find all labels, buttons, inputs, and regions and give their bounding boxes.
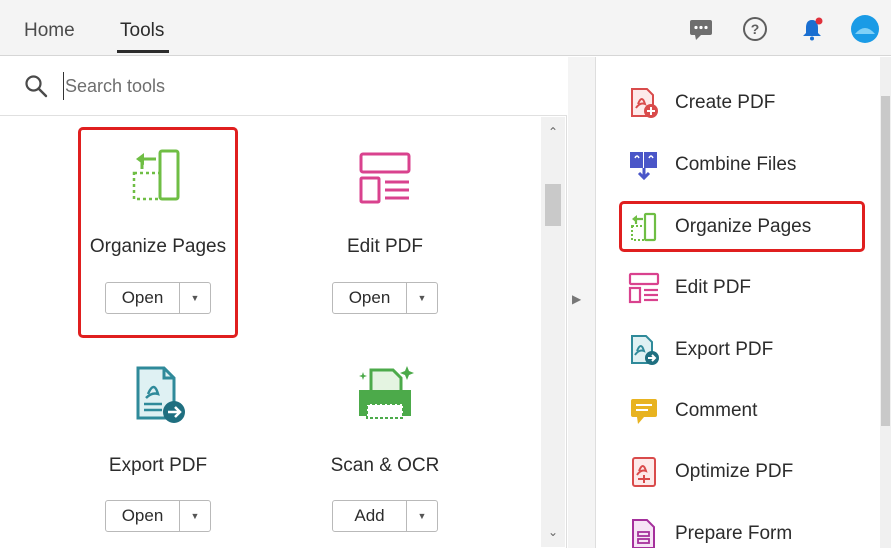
- sidebar-item-label: Edit PDF: [675, 277, 752, 298]
- sidebar-item-create-pdf[interactable]: Create PDF: [627, 85, 775, 121]
- tools-panel: ⌃ ⌄ Organize Pages Open ▼ Edit PDF Open …: [0, 57, 567, 548]
- tools-scrollbar-thumb[interactable]: [545, 184, 561, 226]
- tool-card-label: Scan & OCR: [330, 455, 440, 476]
- chevron-right-icon[interactable]: ▶: [572, 292, 581, 306]
- scan-ocr-icon: [353, 362, 417, 426]
- user-avatar-icon[interactable]: [850, 14, 880, 44]
- tools-sidebar: Create PDF Combine Files Organize Pages …: [597, 57, 891, 548]
- tool-card-scan-ocr: Scan & OCR Add ▼: [305, 350, 465, 548]
- tools-scrollbar[interactable]: [541, 117, 565, 547]
- search-input[interactable]: [63, 72, 533, 100]
- sidebar-item-label: Prepare Form: [675, 523, 793, 544]
- active-tab-indicator: [117, 50, 169, 53]
- tool-card-edit-pdf: Edit PDF Open ▼: [305, 130, 465, 340]
- sidebar-item-combine-files[interactable]: Combine Files: [627, 147, 796, 183]
- chevron-down-icon[interactable]: ▼: [180, 501, 210, 531]
- highlight-box: [78, 127, 238, 338]
- chevron-down-icon[interactable]: ▼: [407, 283, 437, 313]
- tab-home[interactable]: Home: [24, 20, 75, 42]
- create-pdf-icon: [627, 86, 661, 120]
- combine-files-icon: [627, 148, 661, 182]
- optimize-pdf-icon: [627, 455, 661, 489]
- help-icon[interactable]: ?: [742, 16, 768, 42]
- tool-card-label: Export PDF: [108, 455, 208, 476]
- sidebar-scrollbar-thumb[interactable]: [881, 96, 890, 426]
- svg-text:?: ?: [751, 21, 760, 37]
- sidebar-item-export-pdf[interactable]: Export PDF: [627, 332, 773, 368]
- export-pdf-icon: [126, 362, 190, 426]
- notification-bell-icon[interactable]: [799, 16, 825, 42]
- prepare-form-icon: [627, 517, 661, 548]
- top-bar: Home Tools ?: [0, 0, 891, 56]
- tool-card-label: Edit PDF: [346, 236, 424, 257]
- open-split-button: Open ▼: [105, 500, 211, 532]
- tab-tools[interactable]: Tools: [120, 20, 164, 42]
- sidebar-item-label: Export PDF: [675, 339, 774, 360]
- comment-icon: [627, 394, 661, 428]
- sidebar-item-optimize-pdf[interactable]: Optimize PDF: [627, 454, 793, 490]
- sidebar-item-edit-pdf[interactable]: Edit PDF: [627, 270, 751, 306]
- edit-pdf-icon: [627, 271, 661, 305]
- open-split-button: Open ▼: [332, 282, 438, 314]
- chevron-down-icon[interactable]: ▼: [407, 501, 437, 531]
- scroll-down-icon[interactable]: ⌄: [543, 525, 563, 541]
- add-split-button: Add ▼: [332, 500, 438, 532]
- open-button[interactable]: Open: [333, 283, 407, 313]
- search-icon: [24, 74, 48, 98]
- search-bar: [0, 57, 567, 116]
- highlight-box: [619, 201, 865, 252]
- tool-card-export-pdf: Export PDF Open ▼: [78, 350, 238, 548]
- add-button[interactable]: Add: [333, 501, 407, 531]
- chat-icon[interactable]: [688, 16, 714, 42]
- edit-pdf-icon: [353, 148, 417, 212]
- open-button[interactable]: Open: [106, 501, 180, 531]
- sidebar-item-comment[interactable]: Comment: [627, 393, 757, 429]
- sidebar-item-label: Comment: [675, 400, 758, 421]
- sidebar-item-label: Combine Files: [675, 154, 797, 175]
- sidebar-item-prepare-form[interactable]: Prepare Form: [627, 516, 792, 548]
- scroll-up-icon[interactable]: ⌃: [543, 125, 563, 141]
- export-pdf-icon: [627, 333, 661, 367]
- sidebar-item-label: Create PDF: [675, 92, 776, 113]
- sidebar-item-label: Optimize PDF: [675, 461, 794, 482]
